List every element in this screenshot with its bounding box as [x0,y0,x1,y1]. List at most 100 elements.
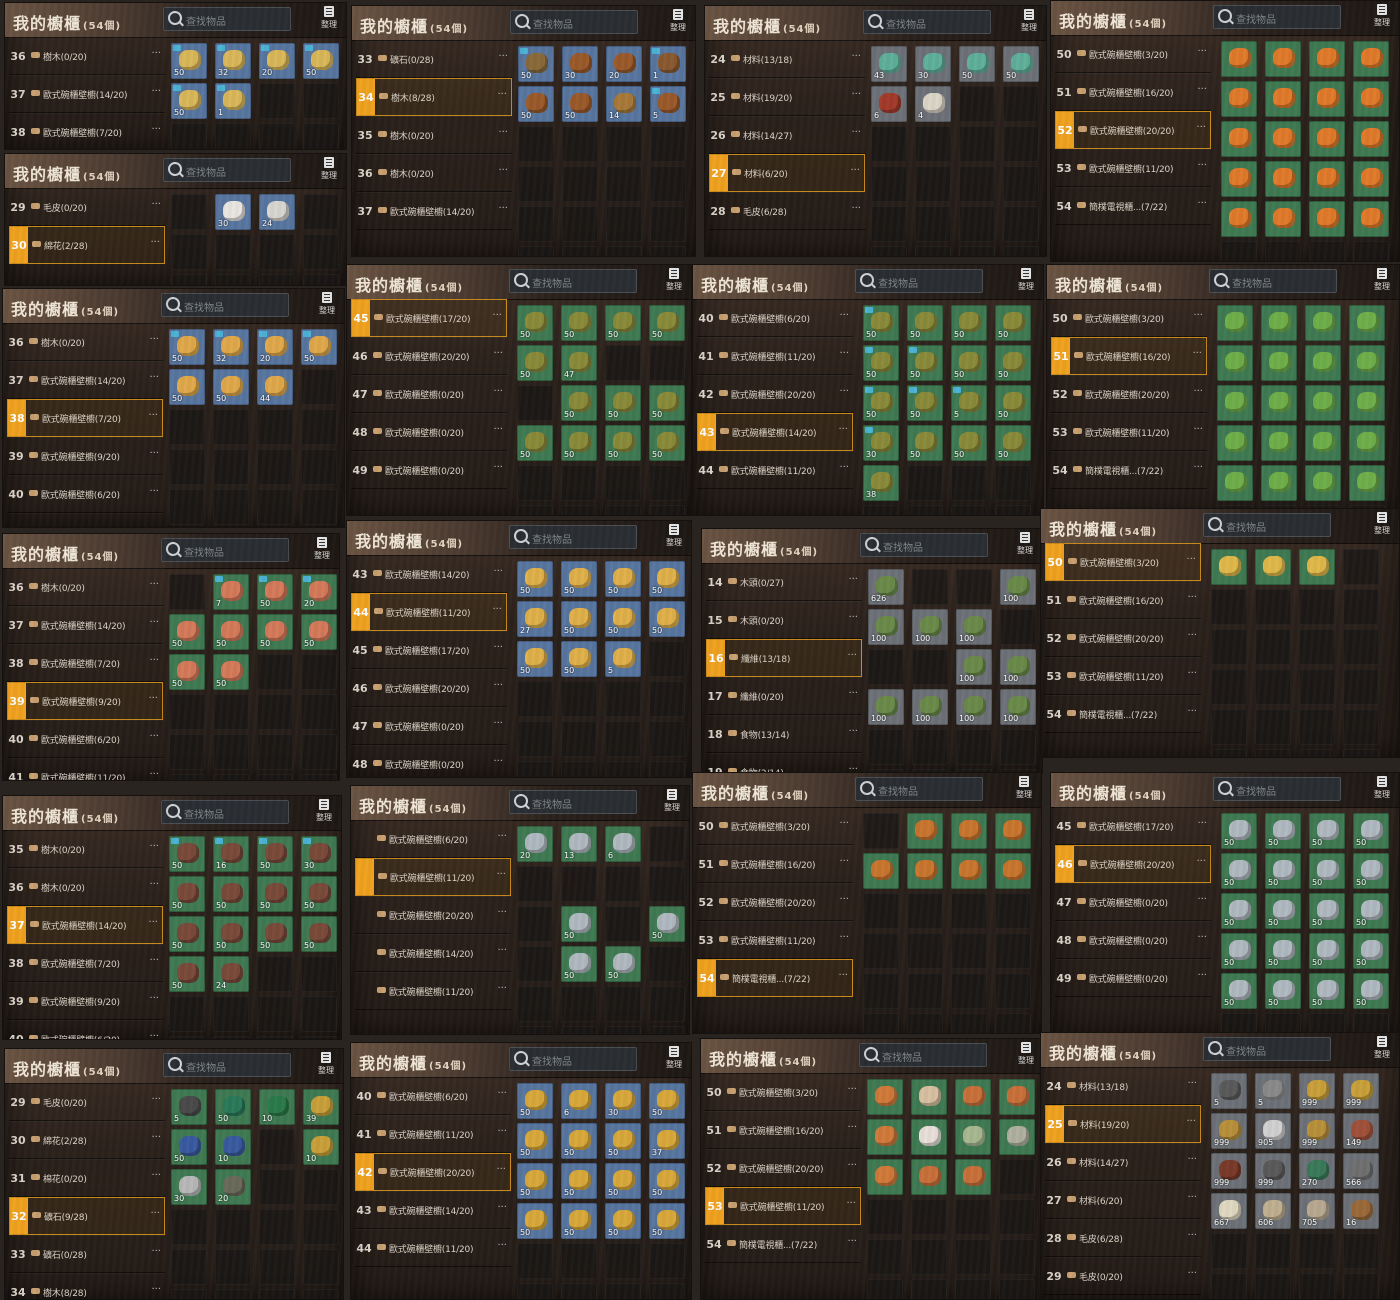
item-slot[interactable] [649,866,685,902]
cabinet-row[interactable]: 30 綿花(2/28) ··· [9,1121,165,1159]
cabinet-row[interactable]: 51 歐式碗櫃壁櫥(16/20) ··· [697,845,853,883]
item-slot[interactable] [912,729,948,765]
item-slot[interactable] [863,1013,899,1033]
item-slot[interactable] [303,1209,339,1245]
cabinet-row[interactable]: 53 歐式碗櫃壁櫥(11/20) ··· [697,921,853,959]
cabinet-row[interactable]: 44 歐式碗櫃壁櫥(11/20) ··· [697,451,853,489]
item-slot[interactable] [169,1036,205,1039]
item-slot[interactable] [1003,86,1039,122]
more-options-icon[interactable]: ··· [851,203,861,214]
item-slot[interactable] [1261,425,1297,461]
more-options-icon[interactable]: ··· [151,199,161,210]
item-slot[interactable] [1309,161,1345,197]
more-options-icon[interactable]: ··· [151,1094,161,1105]
item-slot[interactable] [257,774,293,780]
item-slot[interactable] [606,206,642,242]
more-options-icon[interactable]: ··· [1197,198,1207,209]
item-slot[interactable]: 38 [863,465,899,501]
item-slot[interactable]: 20 [257,329,293,365]
item-slot[interactable] [907,893,943,929]
item-slot[interactable] [1305,345,1341,381]
more-options-icon[interactable]: ··· [497,1202,507,1213]
more-options-icon[interactable]: ··· [496,1164,506,1175]
cabinet-row[interactable]: 27 材料(6/20) ··· [1045,1181,1201,1219]
item-slot[interactable]: 50 [1353,813,1389,849]
cabinet-row[interactable]: 46 歐式碗櫃壁櫥(20/20) ··· [351,337,507,375]
item-slot[interactable] [868,649,904,685]
cabinet-row[interactable]: 52 歐式碗櫃壁櫥(20/20) ··· [705,1149,861,1187]
item-slot[interactable]: 50 [1353,853,1389,889]
item-slot[interactable] [1309,81,1345,117]
more-options-icon[interactable]: ··· [839,348,849,359]
item-slot[interactable]: 50 [1353,893,1389,929]
item-slot[interactable]: 667 [1211,1193,1247,1229]
item-slot[interactable]: 20 [606,46,642,82]
cabinet-row[interactable]: 43 歐式碗櫃壁櫥(14/20) ··· [351,555,507,593]
item-slot[interactable] [1353,201,1389,237]
item-slot[interactable]: 5 [650,86,686,122]
item-slot[interactable] [259,1169,295,1205]
item-slot[interactable]: 50 [863,305,899,341]
cabinet-row[interactable]: 35 樹木(0/20) ··· [7,830,163,868]
more-options-icon[interactable]: ··· [1186,1116,1196,1127]
more-options-icon[interactable]: ··· [496,869,506,880]
item-slot[interactable] [171,274,207,285]
cabinet-row[interactable]: 29 毛皮(0/20) ··· [9,188,165,226]
search-input[interactable]: 查找物品 [163,158,291,182]
item-slot[interactable] [257,489,293,525]
item-slot[interactable] [907,853,943,889]
more-options-icon[interactable]: ··· [1197,46,1207,57]
item-slot[interactable] [1309,121,1345,157]
more-options-icon[interactable]: ··· [149,841,159,852]
item-slot[interactable] [1265,81,1301,117]
item-slot[interactable] [871,246,907,256]
item-slot[interactable]: 50 [1221,933,1257,969]
more-options-icon[interactable]: ··· [851,51,861,62]
item-slot[interactable] [213,449,249,485]
search-input[interactable]: 查找物品 [855,269,983,293]
cabinet-row[interactable]: 46 歐式碗櫃壁櫥(20/20) ··· [1055,845,1211,883]
item-slot[interactable] [1211,589,1247,625]
item-slot[interactable] [1217,425,1253,461]
sort-button[interactable]: 整理 [663,524,685,552]
search-input[interactable]: 查找物品 [509,1047,637,1071]
cabinet-row[interactable]: 34 樹木(8/28) ··· [9,1273,165,1299]
item-slot[interactable] [956,729,992,765]
item-slot[interactable] [1261,345,1297,381]
item-slot[interactable]: 6 [561,1083,597,1119]
cabinet-row[interactable]: 49 歐式碗櫃壁櫥(0/20) ··· [351,451,507,489]
item-slot[interactable] [606,126,642,162]
item-slot[interactable] [518,246,554,256]
item-slot[interactable] [649,1283,685,1299]
item-slot[interactable] [999,1079,1035,1115]
item-slot[interactable] [649,1243,685,1279]
item-slot[interactable]: 50 [1309,933,1345,969]
cabinet-row[interactable]: 39 歐式碗櫃壁櫥(9/20) ··· [7,682,163,720]
cabinet-row[interactable]: 53 歐式碗櫃壁櫥(11/20) ··· [1045,657,1201,695]
item-slot[interactable] [518,126,554,162]
sort-button[interactable]: 整理 [316,292,338,320]
item-slot[interactable]: 100 [1000,689,1036,725]
item-slot[interactable] [169,489,205,525]
item-slot[interactable] [605,465,641,501]
cabinet-row[interactable]: 33 礦石(0/28) ··· [356,40,512,78]
more-options-icon[interactable]: ··· [493,680,503,691]
more-options-icon[interactable]: ··· [839,894,849,905]
item-slot[interactable]: 50 [171,83,207,119]
item-slot[interactable]: 50 [649,561,685,597]
item-slot[interactable]: 5 [951,385,987,421]
item-slot[interactable] [1211,669,1247,705]
item-slot[interactable]: 30 [562,46,598,82]
cabinet-row[interactable]: 44 歐式碗櫃壁櫥(11/20) ··· [351,593,507,631]
item-slot[interactable] [1255,1233,1291,1269]
item-slot[interactable]: 50 [562,86,598,122]
item-slot[interactable]: 100 [1000,649,1036,685]
item-slot[interactable] [1349,345,1385,381]
item-slot[interactable]: 50 [1309,813,1345,849]
item-slot[interactable] [561,1243,597,1279]
cabinet-row[interactable]: 26 材料(14/27) ··· [1045,1143,1201,1181]
more-options-icon[interactable]: ··· [498,165,508,176]
item-slot[interactable]: 270 [1299,1153,1335,1189]
more-options-icon[interactable]: ··· [1197,894,1207,905]
sort-button[interactable]: 整理 [1371,776,1393,804]
